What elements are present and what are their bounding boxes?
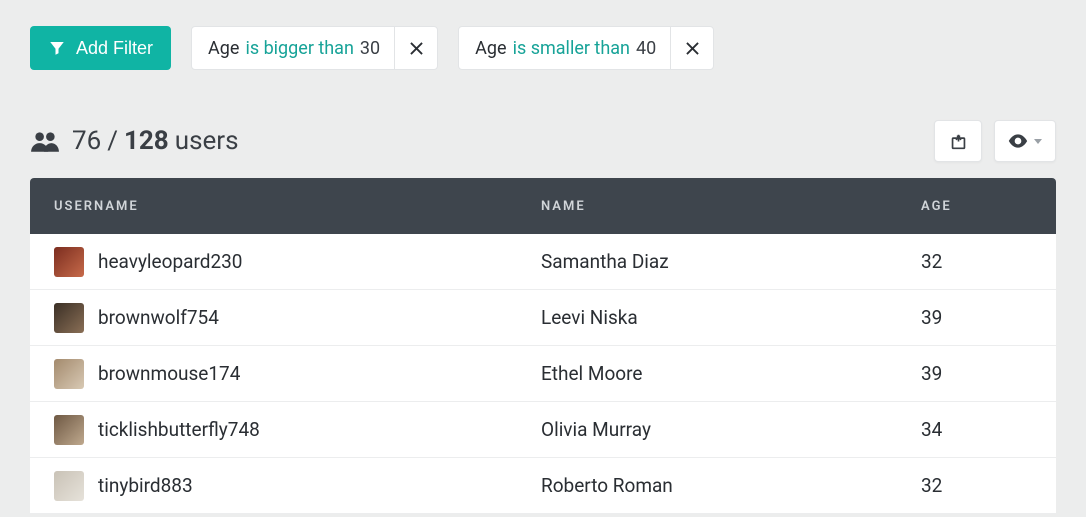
cell-username: heavyleopard230 (54, 247, 541, 277)
avatar (54, 303, 84, 333)
cell-username: brownwolf754 (54, 303, 541, 333)
header-actions (934, 120, 1056, 162)
username-text: brownwolf754 (98, 306, 219, 329)
add-filter-button[interactable]: Add Filter (30, 26, 171, 70)
filter-chip-1[interactable]: Age is smaller than 40 (458, 26, 714, 70)
remove-filter-button[interactable] (395, 27, 437, 69)
cell-age: 32 (921, 250, 1032, 273)
avatar (54, 415, 84, 445)
visibility-dropdown-button[interactable] (994, 120, 1056, 162)
table-row[interactable]: ticklishbutterfly748 Olivia Murray 34 (30, 402, 1056, 458)
results-count: 76/128users (30, 126, 239, 156)
filter-operator: is bigger than (245, 38, 353, 59)
cell-age: 39 (921, 362, 1032, 385)
avatar (54, 471, 84, 501)
total-count: 128 (124, 126, 169, 156)
avatar (54, 247, 84, 277)
filter-field: Age (475, 38, 506, 59)
username-text: brownmouse174 (98, 362, 240, 385)
cell-name: Ethel Moore (541, 362, 921, 385)
cell-name: Samantha Diaz (541, 250, 921, 273)
filter-chip-0[interactable]: Age is bigger than 30 (191, 26, 438, 70)
column-header-username[interactable]: USERNAME (54, 199, 541, 214)
table-row[interactable]: brownwolf754 Leevi Niska 39 (30, 290, 1056, 346)
users-table: USERNAME NAME AGE heavyleopard230 Samant… (30, 178, 1056, 514)
cell-username: tinybird883 (54, 471, 541, 501)
eye-icon (1008, 133, 1028, 149)
filter-value: 30 (360, 38, 380, 59)
remove-filter-button[interactable] (671, 27, 713, 69)
cell-username: brownmouse174 (54, 359, 541, 389)
filter-value: 40 (636, 38, 656, 59)
column-header-name[interactable]: NAME (541, 199, 921, 214)
username-text: tinybird883 (98, 474, 193, 497)
close-icon (686, 42, 699, 55)
cell-age: 34 (921, 418, 1032, 441)
count-text: 76/128users (72, 126, 239, 156)
username-text: heavyleopard230 (98, 250, 242, 273)
users-icon (30, 128, 60, 154)
table-row[interactable]: brownmouse174 Ethel Moore 39 (30, 346, 1056, 402)
table-header: USERNAME NAME AGE (30, 178, 1056, 234)
cell-age: 32 (921, 474, 1032, 497)
table-row[interactable]: tinybird883 Roberto Roman 32 (30, 458, 1056, 514)
cell-age: 39 (921, 306, 1032, 329)
cell-username: ticklishbutterfly748 (54, 415, 541, 445)
cell-name: Roberto Roman (541, 474, 921, 497)
filter-icon (48, 39, 66, 57)
column-header-age[interactable]: AGE (921, 199, 1032, 214)
open-external-button[interactable] (934, 120, 982, 162)
avatar (54, 359, 84, 389)
chevron-down-icon (1034, 139, 1042, 144)
filter-bar: Add Filter Age is bigger than 30 Age is … (30, 26, 1056, 70)
filter-operator: is smaller than (513, 38, 630, 59)
table-body: heavyleopard230 Samantha Diaz 32 brownwo… (30, 234, 1056, 514)
cell-name: Leevi Niska (541, 306, 921, 329)
filter-field: Age (208, 38, 239, 59)
open-external-icon (950, 133, 967, 150)
table-row[interactable]: heavyleopard230 Samantha Diaz 32 (30, 234, 1056, 290)
unit-label: users (175, 126, 239, 156)
username-text: ticklishbutterfly748 (98, 418, 260, 441)
cell-name: Olivia Murray (541, 418, 921, 441)
results-header: 76/128users (30, 120, 1056, 162)
filtered-count: 76 (72, 126, 101, 156)
add-filter-label: Add Filter (76, 38, 153, 59)
close-icon (410, 42, 423, 55)
